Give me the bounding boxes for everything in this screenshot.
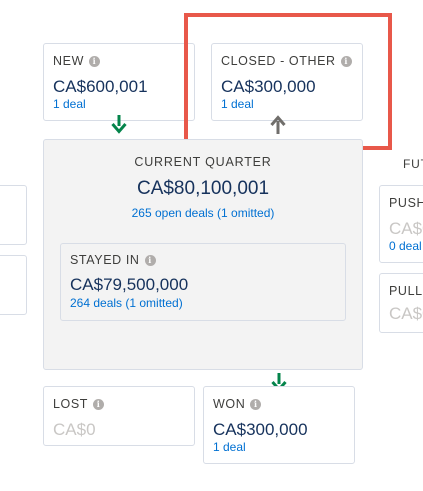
stayed-in-amount: CA$79,500,000 xyxy=(70,275,189,294)
current-quarter-deals-link[interactable]: 265 open deals (1 omitted) xyxy=(44,206,362,220)
current-quarter-amount: CA$80,100,001 xyxy=(136,178,270,199)
won-label-row: WON i xyxy=(213,397,262,411)
new-deals-link[interactable]: 1 deal xyxy=(53,97,86,111)
stayed-in-deals-link[interactable]: 264 deals (1 omitted) xyxy=(70,296,183,310)
current-quarter-label: CURRENT QUARTER xyxy=(134,155,272,169)
won-card: WON i CA$300,000 1 deal xyxy=(203,386,355,464)
won-amount: CA$300,000 xyxy=(213,420,308,439)
pushed-deals-link[interactable]: 0 deal xyxy=(389,239,422,253)
info-icon[interactable]: i xyxy=(144,254,156,266)
info-icon[interactable]: i xyxy=(88,55,100,67)
info-icon[interactable]: i xyxy=(250,398,262,410)
new-label: NEW xyxy=(53,54,84,68)
stayed-in-card: STAYED IN i CA$79,500,000 264 deals (1 o… xyxy=(60,243,346,321)
left-partial-card-2 xyxy=(0,255,27,315)
arrow-down-icon xyxy=(111,115,127,134)
won-label: WON xyxy=(213,397,246,411)
stayed-in-label-row: STAYED IN i xyxy=(70,253,156,267)
info-icon[interactable]: i xyxy=(93,398,105,410)
lost-label: LOST xyxy=(53,397,89,411)
new-card: NEW i CA$600,001 1 deal xyxy=(43,43,195,121)
future-label: FUT xyxy=(403,157,423,171)
pulled-label: PULLE xyxy=(389,284,423,298)
lost-label-row: LOST i xyxy=(53,397,105,411)
lost-amount: CA$0 xyxy=(53,420,96,439)
pulled-amount: CA$0 xyxy=(389,304,423,323)
won-deals-link[interactable]: 1 deal xyxy=(213,440,246,454)
left-partial-card-1 xyxy=(0,185,27,245)
pushed-card: PUSH CA$0 0 deal xyxy=(379,185,423,263)
new-amount: CA$600,001 xyxy=(53,77,148,96)
lost-card: LOST i CA$0 xyxy=(43,386,195,446)
pulled-card: PULLE CA$0 xyxy=(379,273,423,333)
pushed-label: PUSH xyxy=(389,196,423,210)
stayed-in-label: STAYED IN xyxy=(70,253,140,267)
highlight-box xyxy=(184,13,392,150)
current-quarter-panel: CURRENT QUARTER CA$80,100,001 265 open d… xyxy=(43,139,363,370)
pushed-amount: CA$0 xyxy=(389,219,423,238)
new-label-row: NEW i xyxy=(53,54,100,68)
